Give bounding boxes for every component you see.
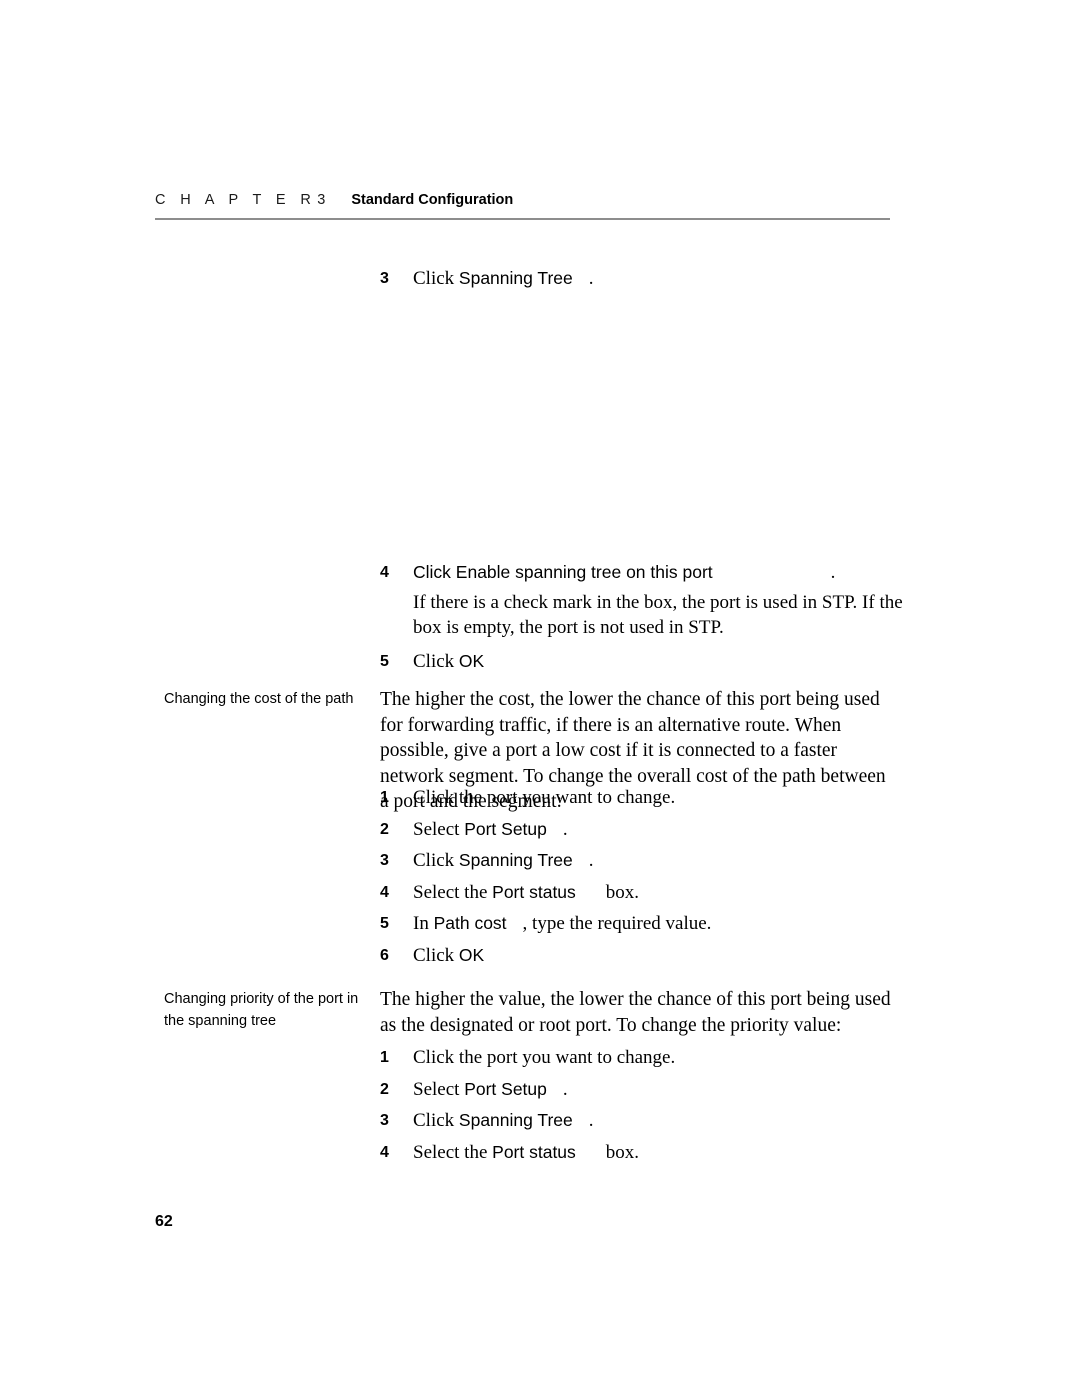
figure-placeholder bbox=[380, 298, 892, 548]
step-number: 3 bbox=[380, 852, 389, 869]
list-item: 4 Select the Port status box. bbox=[380, 1137, 892, 1169]
step-text: Click Spanning Tree. bbox=[413, 845, 892, 877]
step-tail: . bbox=[562, 1078, 568, 1100]
list-item: 1 Click the port you want to change. bbox=[380, 782, 892, 814]
step-verb: Click bbox=[413, 650, 455, 672]
step-detail-text: If there is a check mark in the box, the… bbox=[413, 591, 903, 639]
step-text: Select the Port status box. bbox=[413, 877, 892, 909]
list-item: 2 Select Port Setup. bbox=[380, 814, 892, 846]
step-tail: . bbox=[830, 562, 836, 583]
list-item: 2 Select Port Setup. bbox=[380, 1074, 892, 1106]
step-verb: Click bbox=[413, 850, 455, 871]
list-item: 1 Click the port you want to change. bbox=[380, 1042, 892, 1074]
ui-element-name: Port status bbox=[492, 881, 576, 902]
step-verb: Select the bbox=[413, 881, 488, 903]
step-verb: Click the port you want to change. bbox=[413, 1047, 676, 1068]
page-title: Standard Configuration bbox=[351, 192, 514, 208]
step-number: 4 bbox=[380, 883, 389, 901]
ui-element-name: OK bbox=[458, 650, 485, 671]
ui-element-name: Spanning Tree bbox=[458, 268, 573, 288]
step-text: Click OK bbox=[413, 646, 892, 678]
list-item: 5 In Path cost , type the required value. bbox=[380, 908, 892, 940]
step-text: Select the Port status box. bbox=[413, 1137, 892, 1169]
step-number: 3 bbox=[380, 270, 389, 287]
step-text: Select Port Setup. bbox=[413, 1074, 892, 1106]
step-number: 2 bbox=[380, 1080, 389, 1098]
step-number: 4 bbox=[380, 1143, 389, 1161]
ui-element-name: Spanning Tree bbox=[458, 850, 573, 870]
priority-intro: The higher the value, the lower the chan… bbox=[380, 987, 892, 1038]
step-verb: Select bbox=[413, 1078, 460, 1100]
step-verb: Click bbox=[413, 268, 455, 289]
ui-element-name: Port status bbox=[492, 1141, 576, 1162]
ui-element-name: Spanning Tree bbox=[458, 1110, 573, 1130]
step-verb: Click bbox=[413, 1110, 455, 1131]
spanning-tree-step-3: 3 Click Spanning Tree. bbox=[380, 263, 892, 295]
margin-note-path-cost: Changing the cost of the path bbox=[164, 691, 354, 707]
step-tail: . bbox=[588, 1110, 594, 1131]
priority-step-list: 1 Click the port you want to change. 2 S… bbox=[380, 1042, 892, 1168]
step-verb: Select bbox=[413, 818, 460, 840]
ui-element-name: Port Setup bbox=[464, 818, 547, 839]
step-tail: . bbox=[588, 850, 594, 871]
step-number: 3 bbox=[380, 1112, 389, 1129]
step-text: Click Spanning Tree. bbox=[413, 1105, 892, 1137]
step-number: 2 bbox=[380, 820, 389, 838]
step-tail: box. bbox=[605, 881, 640, 903]
chapter-number: 3 bbox=[317, 192, 326, 208]
ui-element-name: Port Setup bbox=[464, 1078, 547, 1099]
step-text: Click OK bbox=[413, 940, 892, 972]
step-verb: In bbox=[413, 913, 429, 934]
step-verb: Click bbox=[413, 944, 455, 966]
list-item: 3 Click Spanning Tree. bbox=[380, 845, 892, 877]
ui-element-name: OK bbox=[458, 944, 485, 965]
step-tail: . bbox=[588, 268, 594, 289]
list-item: 6 Click OK bbox=[380, 940, 892, 972]
step-number: 1 bbox=[380, 1049, 389, 1066]
list-item: 3 Click Spanning Tree. bbox=[380, 1105, 892, 1137]
step-number: 5 bbox=[380, 915, 389, 932]
path-cost-step-list: 1 Click the port you want to change. 2 S… bbox=[380, 782, 892, 971]
spanning-tree-steps-4-5: 4 Click Enable spanning tree on this por… bbox=[380, 557, 903, 678]
header-divider bbox=[155, 218, 890, 220]
body-paragraph: The higher the value, the lower the chan… bbox=[380, 989, 891, 1036]
list-item: 5 Click OK bbox=[380, 646, 892, 678]
step-tail: . bbox=[562, 818, 568, 840]
margin-note-priority: Changing priority of the port in the spa… bbox=[164, 991, 359, 1029]
step-text: Click the port you want to change. bbox=[413, 782, 892, 814]
step-text: Click Enable spanning tree on this port. bbox=[413, 557, 892, 589]
step-number: 1 bbox=[380, 789, 389, 806]
step-verb: Click the port you want to change. bbox=[413, 787, 676, 808]
step-number: 4 bbox=[380, 564, 389, 581]
step-text: Click the port you want to change. bbox=[413, 1042, 892, 1074]
running-header: C H A P T E R 3 Standard Configuration bbox=[155, 192, 890, 208]
step-text: In Path cost , type the required value. bbox=[413, 908, 892, 940]
document-page: C H A P T E R 3 Standard Configuration 3… bbox=[0, 0, 1080, 1397]
step-verb: Select the bbox=[413, 1141, 488, 1163]
list-item: 4 Click Enable spanning tree on this por… bbox=[380, 557, 892, 589]
step-text: Click Spanning Tree. bbox=[413, 263, 892, 295]
step-number: 5 bbox=[380, 652, 389, 670]
ui-element-name: Enable spanning tree on this port bbox=[455, 562, 713, 582]
step-number: 6 bbox=[380, 946, 389, 964]
list-item: 3 Click Spanning Tree. bbox=[380, 263, 892, 295]
step-text: Select Port Setup. bbox=[413, 814, 892, 846]
step-tail: box. bbox=[605, 1141, 640, 1163]
list-item: 4 Select the Port status box. bbox=[380, 877, 892, 909]
ui-element-name: Path cost bbox=[433, 913, 507, 933]
step-tail: , type the required value. bbox=[522, 913, 712, 934]
chapter-label: C H A P T E R bbox=[155, 192, 317, 208]
page-number: 62 bbox=[155, 1213, 173, 1230]
step-verb: Click bbox=[413, 562, 451, 582]
